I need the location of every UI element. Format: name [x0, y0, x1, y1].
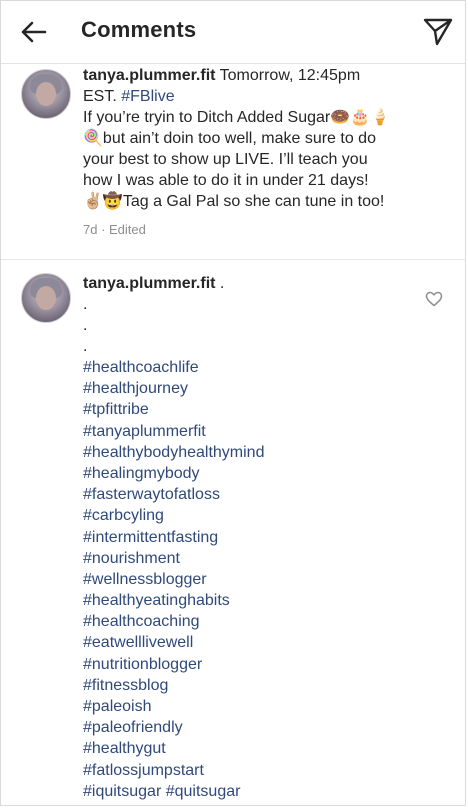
caption-text-line6: how I was able to do it in under 21 days…	[83, 172, 369, 189]
hashtag-link[interactable]: #tpfittribe	[83, 399, 413, 420]
comment-username-suffix: .	[215, 275, 225, 292]
arrow-left-icon	[21, 21, 47, 43]
hashtag-link[interactable]: #fitnessblog	[83, 675, 413, 696]
hashtag-list: #healthcoachlife #healthjourney #tpfittr…	[83, 357, 413, 802]
comment-dots: . . .	[83, 294, 413, 357]
hashtag-link[interactable]: #healingmybody	[83, 463, 413, 484]
caption-timestamp: 7d · Edited	[83, 222, 146, 237]
hashtag-link[interactable]: #eatwelllivewell	[83, 632, 413, 653]
dot-line: .	[83, 317, 88, 334]
divider	[1, 259, 465, 260]
comment-avatar[interactable]	[21, 273, 71, 323]
heart-outline-icon	[425, 291, 443, 307]
hashtag-link[interactable]: #healthygut	[83, 738, 413, 759]
hashtag-link[interactable]: #paleoish	[83, 696, 413, 717]
hashtag-link[interactable]: #nourishment	[83, 548, 413, 569]
hashtag-link[interactable]: #healthybodyhealthymind	[83, 442, 413, 463]
like-button[interactable]	[425, 291, 443, 307]
comment-text: tanya.plummer.fit . . . . #healthcoachli…	[83, 273, 413, 802]
hashtag-link[interactable]: #healthcoachlife	[83, 357, 413, 378]
comment-username[interactable]: tanya.plummer.fit	[83, 275, 215, 292]
caption-text-line1: Tomorrow, 12:45pm	[215, 67, 361, 84]
hashtag-link[interactable]: #FBlive	[121, 88, 174, 105]
back-button[interactable]	[19, 18, 47, 46]
hashtag-link[interactable]: #intermittentfasting	[83, 527, 413, 548]
hashtag-link[interactable]: #fatlossjumpstart	[83, 760, 413, 781]
hashtag-link[interactable]: #wellnessblogger	[83, 569, 413, 590]
hashtag-link[interactable]: #carbcyling	[83, 505, 413, 526]
hashtag-link[interactable]: #healthcoaching	[83, 611, 413, 632]
hashtag-link[interactable]: #fasterwaytofatloss	[83, 484, 413, 505]
caption-avatar[interactable]	[21, 69, 71, 119]
top-bar: Comments	[1, 1, 465, 64]
hashtag-link[interactable]: #nutritionblogger	[83, 654, 413, 675]
caption-text-line7: ✌🏼🤠Tag a Gal Pal so she can tune in too!	[83, 193, 385, 210]
caption-text-line5: your best to show up LIVE. I’ll teach yo…	[83, 151, 368, 168]
caption-text: tanya.plummer.fit Tomorrow, 12:45pm EST.…	[83, 65, 453, 212]
dot-line: .	[83, 296, 88, 313]
hashtag-link[interactable]: #iquitsugar #quitsugar	[83, 781, 413, 802]
hashtag-link[interactable]: #paleofriendly	[83, 717, 413, 738]
caption-text-line2: EST.	[83, 88, 122, 105]
caption-username[interactable]: tanya.plummer.fit	[83, 67, 215, 84]
caption-text-line3: If you’re tryin to Ditch Added Sugar🍩🎂🍦	[83, 109, 391, 126]
caption-text-line4: 🍭but ain’t doin too well, make sure to d…	[83, 130, 376, 147]
share-button[interactable]	[422, 17, 454, 47]
page-title: Comments	[81, 17, 197, 42]
dot-line: .	[83, 338, 88, 355]
comments-screen: Comments tanya.plummer.fit Tomorrow, 12:…	[0, 0, 466, 806]
paper-plane-icon	[423, 18, 453, 46]
hashtag-link[interactable]: #tanyaplummerfit	[83, 421, 413, 442]
hashtag-link[interactable]: #healthyeatinghabits	[83, 590, 413, 611]
hashtag-link[interactable]: #healthjourney	[83, 378, 413, 399]
